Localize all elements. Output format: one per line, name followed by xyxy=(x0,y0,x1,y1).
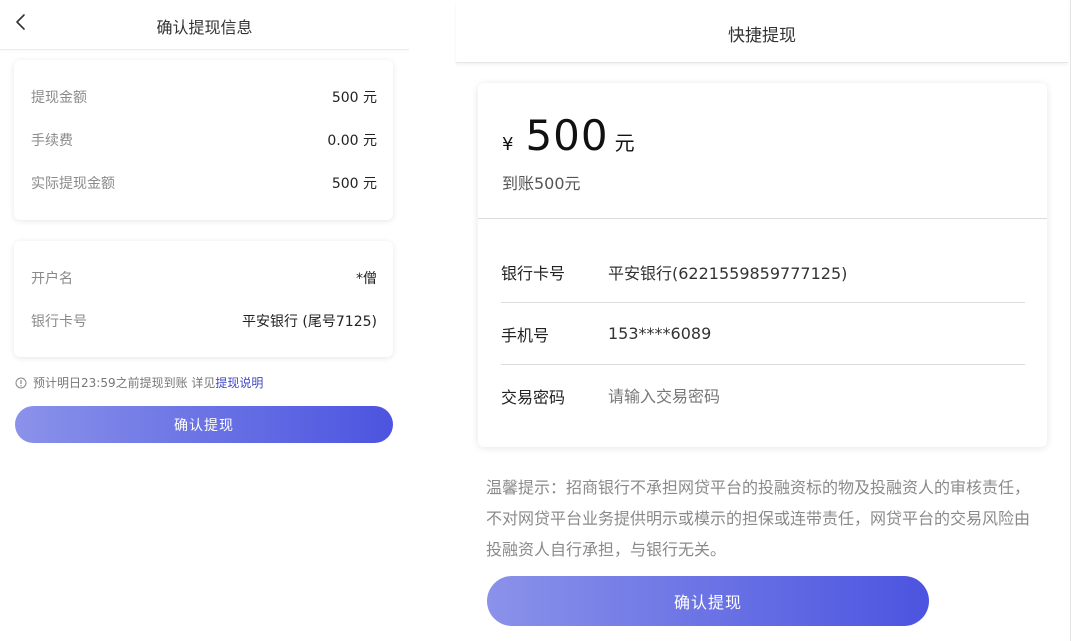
withdraw-amount-label: 提现金额 xyxy=(31,90,87,106)
top-nav-bar: 确认提现信息 xyxy=(0,0,409,50)
amount-summary-card: 提现金额 500 元 手续费 0.00 元 实际提现金额 500 元 xyxy=(14,60,393,220)
trade-password-input[interactable] xyxy=(608,386,908,406)
quick-withdraw-screen: 快捷提现 ¥ 500 元 到账500元 银行卡号 平安银行(6221559859… xyxy=(456,0,1071,641)
arrival-notice: 预计明日23:59之前提现到账 详见 提现说明 xyxy=(15,374,263,391)
warm-tip-text: 温馨提示：招商银行不承担网贷平台的投融资标的物及投融资人的审核责任，不对网贷平台… xyxy=(486,478,1031,559)
bank-card-value: 平安银行(6221559859777125) xyxy=(608,263,848,283)
phone-value: 153****6089 xyxy=(608,324,712,343)
fee-value: 0.00 元 xyxy=(327,133,377,149)
actual-amount-value: 500 元 xyxy=(331,176,377,192)
confirm-withdraw-button[interactable]: 确认提现 xyxy=(15,406,393,443)
confirm-withdraw-screen: 确认提现信息 提现金额 500 元 手续费 0.00 元 实际提现金额 500 … xyxy=(0,0,409,641)
page-title: 快捷提现 xyxy=(728,26,796,46)
divider xyxy=(478,218,1047,219)
actual-amount-label: 实际提现金额 xyxy=(31,176,115,192)
screen-gap xyxy=(409,0,456,641)
currency-symbol: ¥ xyxy=(502,134,514,155)
password-row: 交易密码 xyxy=(501,365,1025,427)
password-label: 交易密码 xyxy=(501,388,566,407)
account-name-label: 开户名 xyxy=(31,271,73,287)
app-root: 确认提现信息 提现金额 500 元 手续费 0.00 元 实际提现金额 500 … xyxy=(0,0,1071,641)
bank-card-row: 银行卡号 平安银行(6221559859777125) xyxy=(501,241,1025,303)
bank-card-row: 银行卡号 平安银行 (尾号7125) xyxy=(31,311,377,331)
phone-row: 手机号 153****6089 xyxy=(501,303,1025,365)
withdraw-amount-value: 500 元 xyxy=(331,90,377,106)
confirm-withdraw-button[interactable]: 确认提现 xyxy=(487,576,929,626)
top-nav-bar: 快捷提现 xyxy=(456,0,1068,63)
fee-row: 手续费 0.00 元 xyxy=(31,130,377,150)
info-circle-icon xyxy=(15,377,27,389)
bank-card-label: 银行卡号 xyxy=(501,263,566,283)
amount-value: 500 xyxy=(525,111,609,160)
account-name-value: *僧 xyxy=(356,271,377,287)
bank-card-label: 银行卡号 xyxy=(31,314,87,330)
account-info-card: 开户名 *僧 银行卡号 平安银行 (尾号7125) xyxy=(14,241,393,357)
withdraw-amount-row: 提现金额 500 元 xyxy=(31,87,377,107)
account-name-row: 开户名 *僧 xyxy=(31,268,377,288)
amount-unit: 元 xyxy=(614,131,635,155)
arrival-notice-text: 预计明日23:59之前提现到账 详见 xyxy=(33,376,216,390)
phone-label: 手机号 xyxy=(501,325,550,345)
withdraw-instructions-link[interactable]: 提现说明 xyxy=(215,374,263,391)
actual-amount-row: 实际提现金额 500 元 xyxy=(31,173,377,193)
arrival-amount-text: 到账500元 xyxy=(502,174,581,193)
amount-display: ¥ 500 元 xyxy=(502,111,635,161)
fee-label: 手续费 xyxy=(31,133,73,149)
page-title: 确认提现信息 xyxy=(156,18,253,37)
withdraw-form-card: ¥ 500 元 到账500元 银行卡号 平安银行(622155985977712… xyxy=(478,83,1047,447)
bank-card-value: 平安银行 (尾号7125) xyxy=(241,314,377,330)
